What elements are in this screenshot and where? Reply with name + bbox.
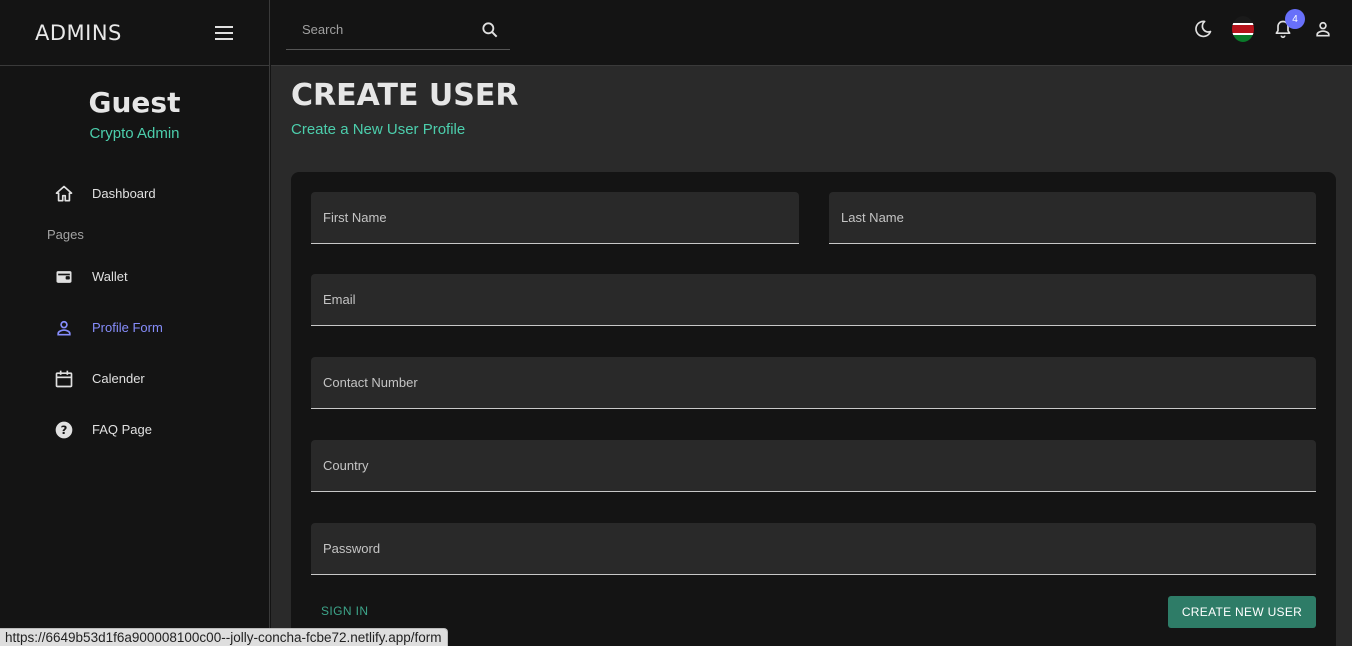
calendar-icon [53, 368, 75, 390]
sidebar-item-calender[interactable]: Calender [0, 353, 269, 404]
status-bar-url: https://6649b53d1f6a900008100c00--jolly-… [0, 628, 448, 646]
sign-in-button[interactable]: SIGN IN [321, 604, 368, 618]
contact-number-label: Contact Number [323, 375, 418, 390]
sidebar-item-wallet[interactable]: Wallet [0, 251, 269, 302]
svg-text:?: ? [61, 423, 68, 437]
password-field[interactable]: Password [311, 523, 1316, 575]
account-button[interactable] [1312, 18, 1334, 40]
sidebar-nav: Dashboard Pages Wallet Profile Form Cale… [0, 168, 269, 455]
last-name-field[interactable]: Last Name [829, 192, 1316, 244]
person-icon [1316, 21, 1330, 37]
sidebar-item-profile-form[interactable]: Profile Form [0, 302, 269, 353]
menu-toggle-button[interactable] [214, 23, 234, 43]
dark-mode-icon [1195, 20, 1212, 38]
main-content: CREATE USER Create a New User Profile Fi… [271, 66, 1352, 646]
sidebar-item-dashboard[interactable]: Dashboard [0, 168, 269, 219]
country-label: Country [323, 458, 369, 473]
notification-badge: 4 [1285, 9, 1305, 29]
sidebar-header: ADMINS [0, 0, 269, 66]
help-icon: ? [53, 419, 75, 441]
create-user-form: First Name Last Name Email Contact Numbe… [291, 172, 1336, 646]
language-button[interactable] [1232, 16, 1254, 42]
wallet-icon [53, 266, 75, 288]
email-label: Email [323, 292, 356, 307]
search-box [286, 10, 510, 50]
topbar-actions: 4 [1192, 9, 1334, 42]
user-profile: Guest Crypto Admin [0, 66, 269, 142]
search-icon[interactable] [480, 20, 500, 40]
page-subtitle: Create a New User Profile [291, 121, 466, 138]
profile-name: Guest [88, 86, 181, 119]
first-name-field[interactable]: First Name [311, 192, 799, 244]
topbar: 4 [271, 0, 1352, 66]
password-label: Password [323, 541, 381, 556]
page-title: CREATE USER [291, 78, 519, 113]
profile-role: Crypto Admin [89, 125, 180, 142]
sidebar-item-label: Calender [92, 371, 145, 386]
country-field[interactable]: Country [311, 440, 1316, 492]
sidebar-item-label: FAQ Page [92, 422, 152, 437]
create-new-user-button[interactable]: CREATE NEW USER [1168, 596, 1316, 628]
dark-mode-toggle[interactable] [1192, 18, 1214, 40]
sidebar-item-label: Dashboard [92, 186, 156, 201]
search-input[interactable] [286, 22, 466, 37]
contact-number-field[interactable]: Contact Number [311, 357, 1316, 409]
email-field[interactable]: Email [311, 274, 1316, 326]
sidebar-item-label: Profile Form [92, 320, 163, 335]
person-icon [53, 317, 75, 339]
notifications-button[interactable]: 4 [1272, 9, 1305, 40]
brand-title: ADMINS [35, 20, 122, 45]
nav-section-pages: Pages [47, 227, 84, 242]
sidebar-item-label: Wallet [92, 269, 128, 284]
last-name-label: Last Name [841, 210, 904, 225]
sidebar: ADMINS Guest Crypto Admin Dashboard Page… [0, 0, 270, 646]
hamburger-icon [215, 25, 233, 40]
sidebar-item-faq[interactable]: ? FAQ Page [0, 404, 269, 455]
home-icon [53, 183, 75, 205]
first-name-label: First Name [323, 210, 387, 225]
kenya-flag-icon [1232, 16, 1254, 42]
